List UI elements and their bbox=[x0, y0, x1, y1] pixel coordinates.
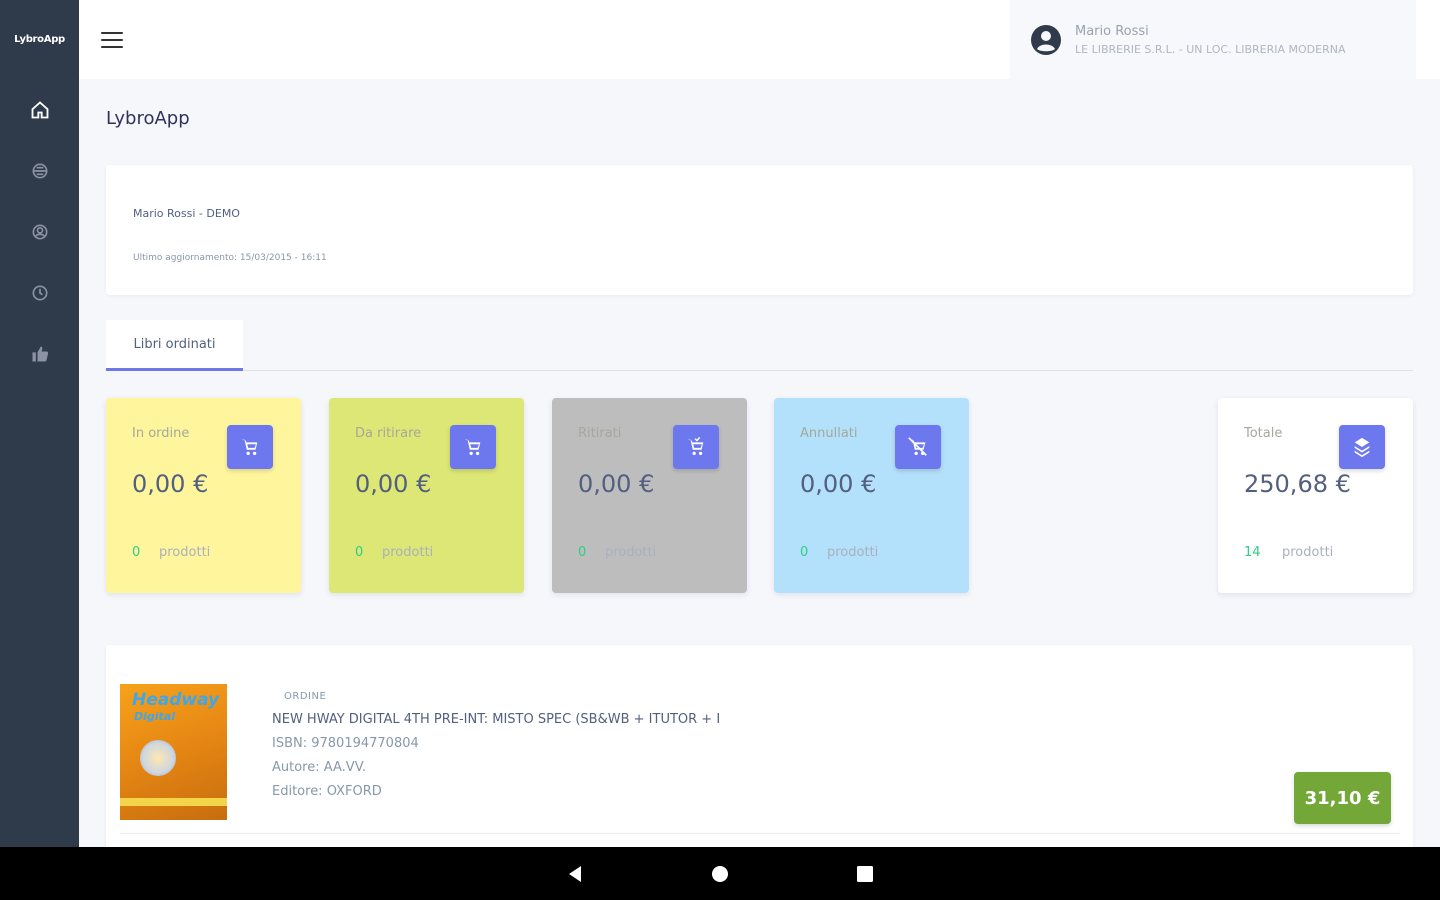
user-circle-icon bbox=[32, 224, 47, 239]
stat-count: 0 bbox=[578, 545, 587, 560]
box-icon bbox=[32, 163, 47, 178]
stat-amount: 0,00 € bbox=[132, 470, 209, 498]
back-icon[interactable] bbox=[563, 862, 587, 886]
android-navigation-bar bbox=[0, 847, 1440, 900]
tab-bar: Libri ordinati bbox=[106, 320, 1413, 371]
last-update-text: Ultimo aggiornamento: 15/03/2015 - 16:11 bbox=[133, 253, 327, 263]
stat-label: Da ritirare bbox=[355, 426, 422, 441]
order-publisher: Editore: OXFORD bbox=[272, 784, 382, 799]
sidebar: LybroApp bbox=[0, 0, 79, 847]
user-name: Mario Rossi bbox=[1075, 23, 1149, 39]
brand-logo[interactable]: LybroApp bbox=[0, 0, 79, 79]
stat-amount: 0,00 € bbox=[355, 470, 432, 498]
stat-card-annullati[interactable]: Annullati 0,00 € 0 prodotti bbox=[774, 398, 969, 593]
stat-unit: prodotti bbox=[382, 545, 434, 560]
cart-icon bbox=[450, 425, 496, 469]
user-menu[interactable]: Mario Rossi LE LIBRERIE S.R.L. - UN LOC.… bbox=[1010, 0, 1416, 79]
stat-label: Ritirati bbox=[578, 426, 622, 441]
order-list-card: Headway Digital ORDINE NEW HWAY DIGITAL … bbox=[106, 645, 1413, 855]
cart-check-icon bbox=[673, 425, 719, 469]
customer-info-card: Mario Rossi - DEMO Ultimo aggiornamento:… bbox=[106, 165, 1413, 295]
order-isbn: ISBN: 9780194770804 bbox=[272, 736, 419, 751]
book-cover-strip bbox=[120, 798, 227, 806]
layers-icon bbox=[1339, 425, 1385, 469]
top-bar: Mario Rossi LE LIBRERIE S.R.L. - UN LOC.… bbox=[79, 0, 1440, 79]
stat-label: Annullati bbox=[800, 426, 858, 441]
sidebar-item-history[interactable] bbox=[0, 262, 79, 323]
cart-cancel-icon bbox=[895, 425, 941, 469]
stat-amount: 250,68 € bbox=[1244, 470, 1351, 498]
stat-count: 0 bbox=[800, 545, 809, 560]
stat-count: 0 bbox=[132, 545, 141, 560]
recents-icon[interactable] bbox=[853, 862, 877, 886]
stat-card-in-ordine[interactable]: In ordine 0,00 € 0 prodotti bbox=[106, 398, 301, 593]
sidebar-item-orders[interactable] bbox=[0, 140, 79, 201]
book-cover-disc bbox=[140, 740, 176, 776]
thumbs-up-icon bbox=[32, 346, 48, 361]
customer-name: Mario Rossi - DEMO bbox=[133, 207, 240, 220]
user-store: LE LIBRERIE S.R.L. - UN LOC. LIBRERIA MO… bbox=[1075, 42, 1346, 56]
sidebar-item-home[interactable] bbox=[0, 79, 79, 140]
cart-icon bbox=[227, 425, 273, 469]
user-avatar-icon bbox=[1031, 24, 1061, 55]
sidebar-item-profile[interactable] bbox=[0, 201, 79, 262]
hamburger-menu-icon[interactable] bbox=[101, 30, 123, 50]
stat-count: 14 bbox=[1244, 545, 1261, 560]
order-divider bbox=[120, 833, 1400, 834]
stat-label: Totale bbox=[1244, 426, 1283, 441]
clock-icon bbox=[32, 285, 47, 300]
stat-count: 0 bbox=[355, 545, 364, 560]
stat-unit: prodotti bbox=[159, 545, 211, 560]
order-book-title[interactable]: NEW HWAY DIGITAL 4TH PRE-INT: MISTO SPEC… bbox=[272, 712, 720, 727]
page-title: LybroApp bbox=[106, 108, 190, 129]
stat-card-totale[interactable]: Totale 250,68 € 14 prodotti bbox=[1218, 398, 1413, 593]
home-icon bbox=[31, 100, 48, 118]
order-author: Autore: AA.VV. bbox=[272, 760, 367, 775]
sidebar-item-feedback[interactable] bbox=[0, 323, 79, 384]
home-button-icon[interactable] bbox=[708, 862, 732, 886]
stat-unit: prodotti bbox=[827, 545, 879, 560]
stat-amount: 0,00 € bbox=[578, 470, 655, 498]
stat-card-da-ritirare[interactable]: Da ritirare 0,00 € 0 prodotti bbox=[329, 398, 524, 593]
tab-libri-ordinati[interactable]: Libri ordinati bbox=[106, 320, 243, 371]
book-cover-image[interactable]: Headway Digital bbox=[120, 684, 227, 820]
stat-unit: prodotti bbox=[1282, 545, 1334, 560]
stat-card-ritirati[interactable]: Ritirati 0,00 € 0 prodotti bbox=[552, 398, 747, 593]
stat-label: In ordine bbox=[132, 426, 190, 441]
book-cover-title: Headway bbox=[132, 690, 220, 710]
book-cover-subtitle: Digital bbox=[134, 710, 175, 723]
order-type-label: ORDINE bbox=[284, 691, 327, 702]
stat-amount: 0,00 € bbox=[800, 470, 877, 498]
stat-unit: prodotti bbox=[605, 545, 657, 560]
order-price-badge: 31,10 € bbox=[1294, 772, 1391, 824]
